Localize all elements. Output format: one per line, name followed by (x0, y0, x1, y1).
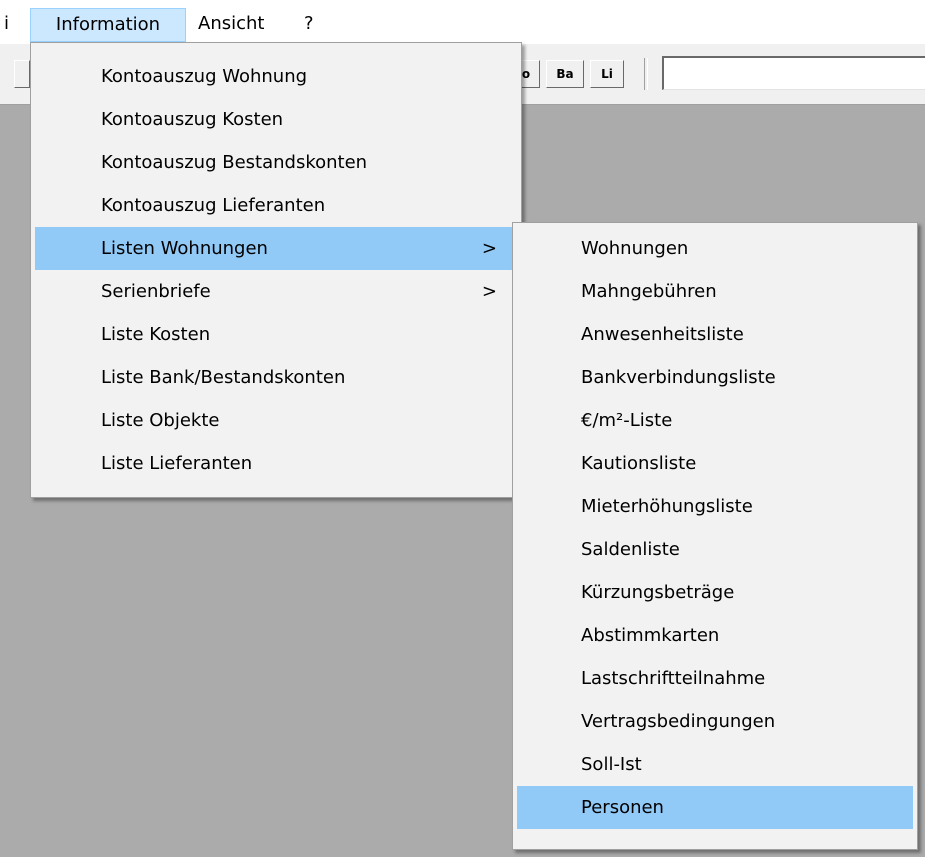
toolbar-button-hidden[interactable] (14, 60, 30, 88)
submenu-arrow-icon: > (481, 238, 497, 259)
submenu-item-kautionsliste[interactable]: Kautionsliste (517, 442, 913, 485)
menu-item-kontoauszug-wohnung[interactable]: Kontoauszug Wohnung (35, 55, 517, 98)
menu-item-label: Liste Kosten (101, 324, 211, 345)
menu-help[interactable]: ? (304, 8, 324, 42)
menu-bar: i Information Ansicht ? (0, 0, 925, 44)
toolbar-button-ba[interactable]: Ba (546, 60, 584, 88)
menu-item-liste-lieferanten[interactable]: Liste Lieferanten (35, 442, 517, 485)
menu-item-label: Kontoauszug Wohnung (101, 66, 308, 87)
menu-item-label: Liste Bank/Bestandskonten (101, 367, 346, 388)
information-menu: Kontoauszug Wohnung Kontoauszug Kosten K… (30, 42, 522, 498)
submenu-item-euro-qm-liste[interactable]: €/m²-Liste (517, 399, 913, 442)
menu-prev-item[interactable]: i (4, 8, 16, 42)
menu-item-label: Lastschriftteilnahme (581, 668, 766, 689)
submenu-item-kuerzungsbetraege[interactable]: Kürzungsbeträge (517, 571, 913, 614)
submenu-item-personen[interactable]: Personen (517, 786, 913, 829)
menu-item-liste-kosten[interactable]: Liste Kosten (35, 313, 517, 356)
menu-item-label: Kontoauszug Kosten (101, 109, 284, 130)
menu-item-label: Anwesenheitsliste (581, 324, 744, 345)
menu-information[interactable]: Information (30, 8, 186, 42)
menu-item-label: Soll-Ist (581, 754, 642, 775)
menu-item-serienbriefe[interactable]: Serienbriefe > (35, 270, 517, 313)
menu-item-label: Serienbriefe (101, 281, 211, 302)
menu-item-kontoauszug-lieferanten[interactable]: Kontoauszug Lieferanten (35, 184, 517, 227)
submenu-item-bankverbindungsliste[interactable]: Bankverbindungsliste (517, 356, 913, 399)
submenu-item-abstimmkarten[interactable]: Abstimmkarten (517, 614, 913, 657)
menu-item-label: Kontoauszug Lieferanten (101, 195, 326, 216)
submenu-item-vertragsbedingungen[interactable]: Vertragsbedingungen (517, 700, 913, 743)
toolbar-button-li[interactable]: Li (590, 60, 624, 88)
submenu-item-anwesenheitsliste[interactable]: Anwesenheitsliste (517, 313, 913, 356)
submenu-item-mieterhoehungsliste[interactable]: Mieterhöhungsliste (517, 485, 913, 528)
menu-item-label: Bankverbindungsliste (581, 367, 776, 388)
menu-item-liste-bank-bestandskonten[interactable]: Liste Bank/Bestandskonten (35, 356, 517, 399)
menu-item-label: €/m²-Liste (581, 410, 673, 431)
submenu-item-soll-ist[interactable]: Soll-Ist (517, 743, 913, 786)
menu-item-label: Liste Lieferanten (101, 453, 253, 474)
menu-item-label: Liste Objekte (101, 410, 220, 431)
submenu-item-wohnungen[interactable]: Wohnungen (517, 227, 913, 270)
submenu-item-saldenliste[interactable]: Saldenliste (517, 528, 913, 571)
menu-item-label: Kontoauszug Bestandskonten (101, 152, 368, 173)
menu-item-label: Kürzungsbeträge (581, 582, 735, 603)
menu-ansicht[interactable]: Ansicht (198, 8, 288, 42)
menu-item-label: Abstimmkarten (581, 625, 720, 646)
menu-item-label: Listen Wohnungen (101, 238, 268, 259)
menu-item-listen-wohnungen[interactable]: Listen Wohnungen > (35, 227, 517, 270)
menu-item-kontoauszug-kosten[interactable]: Kontoauszug Kosten (35, 98, 517, 141)
toolbar-separator (644, 58, 648, 90)
menu-item-label: Personen (581, 797, 664, 818)
menu-item-label: Mahngebühren (581, 281, 717, 302)
submenu-arrow-icon: > (481, 281, 497, 302)
menu-item-kontoauszug-bestandskonten[interactable]: Kontoauszug Bestandskonten (35, 141, 517, 184)
submenu-item-mahngebuehren[interactable]: Mahngebühren (517, 270, 913, 313)
menu-item-label: Kautionsliste (581, 453, 697, 474)
submenu-item-lastschriftteilnahme[interactable]: Lastschriftteilnahme (517, 657, 913, 700)
menu-item-label: Saldenliste (581, 539, 680, 560)
menu-item-label: Mieterhöhungsliste (581, 496, 753, 517)
menu-item-label: Wohnungen (581, 238, 689, 259)
menu-item-liste-objekte[interactable]: Liste Objekte (35, 399, 517, 442)
toolbar-input[interactable] (662, 56, 925, 90)
menu-item-label: Vertragsbedingungen (581, 711, 776, 732)
listen-wohnungen-submenu: Wohnungen Mahngebühren Anwesenheitsliste… (512, 222, 918, 850)
